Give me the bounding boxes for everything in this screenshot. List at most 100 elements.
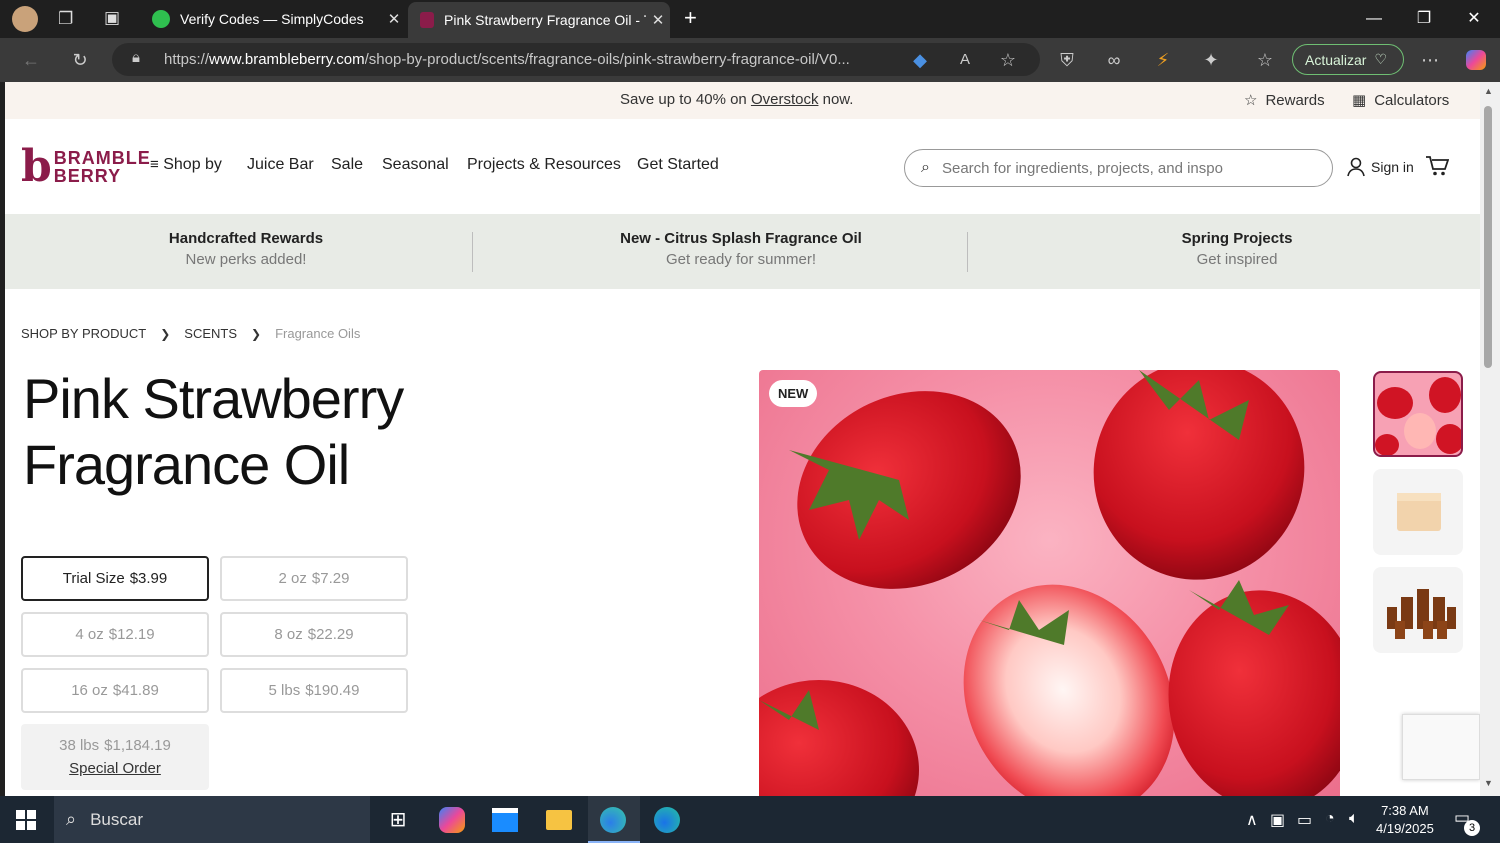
- product-main-image[interactable]: NEW: [759, 370, 1340, 796]
- cart-icon[interactable]: [1425, 155, 1450, 182]
- promo-text-suffix: now.: [818, 91, 854, 108]
- size-label: 4 oz: [75, 626, 104, 643]
- tab-pink-strawberry[interactable]: Pink Strawberry Fragrance Oil - Tr ✕: [408, 2, 670, 38]
- special-order-link[interactable]: Special Order: [69, 760, 161, 777]
- taskbar-search-input[interactable]: ⌕ Buscar: [54, 796, 370, 843]
- volume-icon[interactable]: 🔈︎: [1349, 810, 1359, 828]
- copilot-icon[interactable]: [1462, 46, 1490, 74]
- reload-icon[interactable]: ↻: [66, 46, 94, 74]
- breadcrumb-scents[interactable]: SCENTS: [184, 326, 237, 341]
- thumbnail-strawberries[interactable]: [1373, 371, 1463, 457]
- breadcrumb: SHOP BY PRODUCT ❯ SCENTS ❯ Fragrance Oil…: [21, 326, 360, 341]
- announcement-citrus-splash[interactable]: New - Citrus Splash Fragrance Oil Get re…: [591, 230, 891, 268]
- calculators-link[interactable]: ▦ Calculators: [1352, 91, 1449, 110]
- scroll-down-icon[interactable]: ▼: [1484, 778, 1493, 788]
- size-label: 5 lbs: [268, 682, 301, 699]
- promo-bar: Save up to 40% on Overstock now. ☆ Rewar…: [5, 82, 1480, 119]
- announcement-title: New - Citrus Splash Fragrance Oil: [620, 230, 862, 247]
- url-scheme: https://: [164, 51, 210, 68]
- logo-line-2: BERRY: [53, 166, 122, 186]
- wifi-icon[interactable]: ◔: [1325, 810, 1335, 828]
- windows-start-icon[interactable]: [16, 810, 36, 830]
- restore-icon[interactable]: ❐: [1409, 6, 1439, 32]
- honey-extension-icon[interactable]: ⚡: [1149, 46, 1177, 74]
- close-window-icon[interactable]: ✕: [1459, 6, 1489, 32]
- nav-seasonal[interactable]: Seasonal: [382, 156, 449, 174]
- nav-label: Shop by: [163, 156, 222, 173]
- profile-avatar[interactable]: [12, 6, 38, 32]
- size-option-38lbs[interactable]: 38 lbs $1,184.19 Special Order: [21, 724, 209, 790]
- network-monitor-icon[interactable]: ▣: [1270, 810, 1285, 830]
- size-price: $1,184.19: [104, 737, 171, 754]
- copilot-taskbar-icon[interactable]: [436, 804, 468, 836]
- edge-profile-icon[interactable]: [651, 804, 683, 836]
- file-explorer-icon[interactable]: [543, 804, 575, 836]
- update-button[interactable]: Actualizar ♡: [1292, 44, 1404, 75]
- announcement-spring-projects[interactable]: Spring Projects Get inspired: [1087, 230, 1387, 268]
- scrollbar-thumb[interactable]: [1484, 106, 1492, 368]
- shield-extension-icon[interactable]: ⛨: [1053, 46, 1081, 74]
- workspaces-icon[interactable]: ❐: [58, 9, 73, 29]
- back-icon[interactable]: ←: [17, 46, 45, 74]
- page-viewport: Save up to 40% on Overstock now. ☆ Rewar…: [5, 82, 1480, 796]
- star-icon: ☆: [1244, 92, 1258, 109]
- nav-shop-by[interactable]: ≡ Shop by: [150, 156, 222, 174]
- minimize-icon[interactable]: —: [1359, 6, 1389, 32]
- tab-actions-icon[interactable]: ▣: [104, 8, 120, 28]
- new-tab-icon[interactable]: +: [684, 5, 697, 31]
- size-price: $12.19: [108, 626, 155, 643]
- close-tab-icon[interactable]: ✕: [382, 10, 406, 28]
- announcement-rewards[interactable]: Handcrafted Rewards New perks added!: [96, 230, 396, 268]
- nav-get-started[interactable]: Get Started: [637, 156, 719, 174]
- favorites-icon[interactable]: ☆: [1251, 46, 1279, 74]
- favorite-star-icon[interactable]: ☆: [994, 46, 1022, 74]
- nav-sale[interactable]: Sale: [331, 156, 363, 174]
- glasses-extension-icon[interactable]: ∞: [1100, 46, 1128, 74]
- more-menu-icon[interactable]: ⋯: [1416, 46, 1444, 74]
- thumbnail-bottles[interactable]: [1373, 567, 1463, 653]
- nav-projects-resources[interactable]: Projects & Resources: [467, 156, 621, 174]
- site-info-icon[interactable]: 🔒︎: [132, 49, 140, 66]
- microsoft-store-icon[interactable]: [489, 804, 521, 836]
- battery-icon[interactable]: ▭: [1297, 810, 1312, 830]
- heart-check-icon: ♡: [1374, 51, 1388, 67]
- size-option-4oz[interactable]: 4 oz $12.19: [21, 612, 209, 657]
- recaptcha-badge[interactable]: [1402, 714, 1480, 780]
- brambleberry-logo[interactable]: b BRAMBLE BERRY: [21, 145, 151, 189]
- search-input[interactable]: ⌕ Search for ingredients, projects, and …: [904, 149, 1333, 187]
- coupon-tag-icon[interactable]: ◆: [906, 46, 934, 74]
- notification-count-badge: 3: [1464, 820, 1480, 836]
- divider: [472, 232, 473, 272]
- announcement-subtitle: New perks added!: [185, 251, 307, 268]
- promo-message: Save up to 40% on Overstock now.: [620, 91, 853, 108]
- new-badge: NEW: [769, 380, 818, 407]
- size-label: 8 oz: [274, 626, 303, 643]
- size-option-5lbs[interactable]: 5 lbs $190.49: [220, 668, 408, 713]
- sign-in-link[interactable]: Sign in: [1347, 157, 1414, 177]
- rewards-link[interactable]: ☆ Rewards: [1244, 91, 1325, 110]
- chevron-right-icon: ❯: [251, 326, 262, 341]
- size-option-2oz[interactable]: 2 oz $7.29: [220, 556, 408, 601]
- announcement-subtitle: Get inspired: [1196, 251, 1278, 268]
- nav-juice-bar[interactable]: Juice Bar: [247, 156, 314, 174]
- size-option-trial[interactable]: Trial Size $3.99: [21, 556, 209, 601]
- tab-verify-codes[interactable]: Verify Codes — SimplyCodes ✕: [140, 0, 406, 38]
- scroll-up-icon[interactable]: ▲: [1484, 86, 1493, 96]
- overstock-link[interactable]: Overstock: [751, 91, 819, 108]
- task-view-icon[interactable]: ⊞: [382, 804, 414, 836]
- show-hidden-icons-icon[interactable]: ∧: [1246, 810, 1258, 830]
- size-price: $22.29: [307, 626, 354, 643]
- system-clock[interactable]: 7:38 AM 4/19/2025: [1376, 802, 1434, 838]
- size-option-16oz[interactable]: 16 oz $41.89: [21, 668, 209, 713]
- breadcrumb-shop-by-product[interactable]: SHOP BY PRODUCT: [21, 326, 146, 341]
- read-aloud-icon[interactable]: A: [951, 46, 979, 74]
- size-option-8oz[interactable]: 8 oz $22.29: [220, 612, 408, 657]
- site-header: b BRAMBLE BERRY ≡ Shop by Juice Bar Sale…: [5, 119, 1480, 214]
- address-bar[interactable]: 🔒︎ https://www.brambleberry.com/shop-by-…: [112, 43, 1040, 76]
- thumbnail-soap-bar[interactable]: [1373, 469, 1463, 555]
- close-tab-icon[interactable]: ✕: [646, 11, 670, 29]
- clock-date: 4/19/2025: [1376, 821, 1434, 836]
- strawberries-illustration: [759, 370, 1340, 796]
- page-scrollbar[interactable]: ▲ ▼: [1480, 82, 1500, 796]
- extensions-puzzle-icon[interactable]: ✦: [1197, 46, 1225, 74]
